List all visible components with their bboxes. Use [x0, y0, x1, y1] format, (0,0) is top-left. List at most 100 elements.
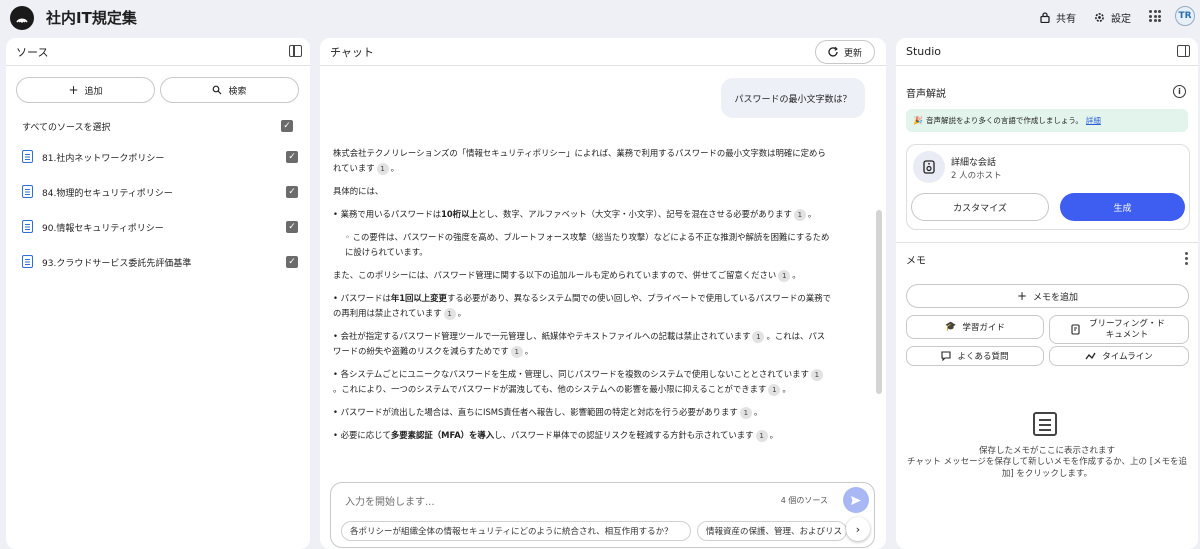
source-item[interactable]: 81.社内ネットワークポリシー ✓ [22, 147, 298, 167]
answer-bullet: • 会社が指定するパスワード管理ツールで一元管理し、紙媒体やテキストファイルへの… [333, 330, 826, 358]
answer-text: • 必要に応じて [333, 430, 391, 440]
avatar[interactable]: TR [1175, 6, 1195, 26]
generate-button[interactable]: 生成 [1060, 193, 1185, 221]
audio-overview-card: 詳細な会話 2 人のホスト カスタマイズ 生成 [906, 144, 1190, 230]
answer-text: また、このポリシーには、パスワード管理に関する以下の追加ルールも定められています… [333, 270, 777, 280]
study-guide-label: 学習ガイド [962, 323, 1005, 333]
answer-text: 。これにより、一つのシステムでパスワードが漏洩しても、他のシステムへの影響を最小… [333, 384, 767, 394]
source-checkbox[interactable]: ✓ [286, 186, 298, 198]
citation-badge[interactable]: 1 [755, 429, 768, 442]
citation-badge[interactable]: 1 [810, 368, 823, 381]
faq-button[interactable]: よくある質問 [906, 346, 1044, 366]
answer-text: • 業務で用いるパスワードは [333, 209, 442, 219]
answer-text: し、パスワード単体での認証リスクを軽減する方針も示されています [494, 430, 754, 440]
speaker-icon [913, 151, 945, 183]
source-label: 81.社内ネットワークポリシー [42, 154, 165, 164]
answer-paragraph: また、このポリシーには、パスワード管理に関する以下の追加ルールも定められています… [333, 269, 801, 282]
source-checkbox[interactable]: ✓ [286, 151, 298, 163]
share-button[interactable]: 共有 [1032, 6, 1084, 28]
citation-badge[interactable]: 1 [778, 269, 791, 282]
refresh-label: 更新 [843, 48, 862, 59]
notebook-title[interactable]: 社内IT規定集 [46, 7, 137, 28]
select-all-label: すべてのソースを選択 [22, 123, 111, 133]
answer-bold: 年1回以上変更 [390, 293, 447, 303]
citation-badge[interactable]: 1 [376, 162, 389, 175]
source-label: 93.クラウドサービス委託先評価基準 [42, 259, 192, 269]
answer-paragraph: 株式会社テクノリレーションズの「情報セキュリティポリシー」によれば、業務で利用す… [333, 148, 826, 175]
top-bar: 社内IT規定集 共有 設定 TR [0, 0, 1200, 36]
answer-bullet: • パスワードが流出した場合は、直ちにISMS責任者へ報告し、影響範囲の特定と対… [333, 406, 763, 419]
memo-title: メモ [906, 256, 926, 267]
settings-label: 設定 [1111, 13, 1131, 25]
answer-bold: 多要素認証（MFA）を導入 [390, 430, 495, 440]
app-logo-icon[interactable] [10, 6, 34, 30]
gear-icon [1095, 12, 1104, 22]
studio-panel: Studio 音声解説 i 🎉 音声解説をより多くの言語で作成しましょう。 詳細 … [896, 38, 1198, 549]
source-checkbox[interactable]: ✓ [286, 221, 298, 233]
settings-button[interactable]: 設定 [1086, 6, 1139, 28]
add-source-label: 追加 [84, 86, 103, 97]
chat-input-box[interactable]: 入力を開始します... 4 個のソース 各ポリシーが組織全体の情報セキュリティに… [330, 482, 875, 548]
audio-overview-title: 音声解説 [906, 89, 946, 100]
answer-text: • パスワードが流出した場合は、直ちにISMS責任者へ報告し、影響範囲の特定と対… [333, 407, 738, 417]
source-label: 90.情報セキュリティポリシー [42, 224, 164, 234]
citation-badge[interactable]: 1 [510, 345, 523, 358]
send-button[interactable] [843, 487, 869, 513]
citation-badge[interactable]: 1 [739, 406, 752, 419]
citation-badge[interactable]: 1 [752, 330, 765, 343]
sources-title: ソース [16, 45, 49, 59]
briefing-doc-button[interactable]: ブリーフィング・ドキュメント [1049, 315, 1189, 344]
chevron-right-icon[interactable]: › [846, 517, 870, 541]
chat-input-placeholder[interactable]: 入力を開始します... [345, 493, 435, 508]
answer-bullet: • 各システムごとにユニークなパスワードを生成・管理し、同じパスワードを複数のシ… [333, 367, 833, 397]
answer-bold: 10桁以上 [441, 209, 478, 219]
user-message-bubble: パスワードの最小文字数は？ [721, 78, 865, 118]
empty-memo-description: チャット メッセージを保存して新しいメモを作成するか、上の [メモを追加] をク… [906, 457, 1188, 479]
send-icon [851, 495, 861, 505]
apps-grid-icon[interactable] [1149, 10, 1161, 22]
customize-button[interactable]: カスタマイズ [911, 193, 1049, 221]
assistant-answer: 株式会社テクノリレーションズの「情報セキュリティポリシー」によれば、業務で利用す… [333, 146, 833, 451]
suggestion-chip[interactable]: 情報資産の保護、管理、およびリス [697, 521, 847, 541]
info-icon[interactable]: i [1173, 85, 1186, 98]
answer-text: とし、数字、アルファベット（大文字・小文字）、記号を混在させる必要があります [477, 209, 792, 219]
sources-panel: ソース + 追加 検索 すべてのソースを選択 ✓ 81.社内ネットワークポリシー… [6, 38, 310, 549]
document-icon [22, 185, 33, 198]
source-item[interactable]: 90.情報セキュリティポリシー ✓ [22, 217, 298, 237]
share-label: 共有 [1056, 13, 1076, 25]
source-item[interactable]: 84.物理的セキュリティポリシー ✓ [22, 182, 298, 202]
select-all-checkbox[interactable]: ✓ [281, 120, 293, 132]
citation-badge[interactable]: 1 [768, 383, 781, 396]
refresh-icon [828, 47, 838, 57]
answer-text: • パスワードは [333, 293, 391, 303]
source-item[interactable]: 93.クラウドサービス委託先評価基準 ✓ [22, 252, 298, 272]
more-options-icon[interactable] [1185, 252, 1188, 265]
chat-scrollbar[interactable] [876, 210, 882, 394]
search-sparkle-icon [213, 85, 222, 95]
search-source-button[interactable]: 検索 [160, 77, 299, 103]
lock-icon [1040, 11, 1050, 23]
document-icon [22, 220, 33, 233]
answer-paragraph: 具体的には、 [333, 186, 384, 196]
study-guide-button[interactable]: 🎓 学習ガイド [906, 315, 1044, 339]
sparkle-icon: 🎉 [913, 116, 923, 125]
document-edit-icon [1071, 324, 1080, 335]
notes-empty-icon [1033, 412, 1057, 436]
banner-text: 音声解説をより多くの言語で作成しましょう。 [926, 116, 1083, 125]
add-source-button[interactable]: + 追加 [16, 77, 155, 103]
chat-title: チャット [330, 45, 374, 59]
collapse-panel-icon[interactable] [1177, 45, 1190, 57]
faq-label: よくある質問 [957, 352, 1009, 362]
add-memo-button[interactable]: + メモを追加 [906, 284, 1189, 308]
empty-memo-title: 保存したメモがここに表示されます [978, 446, 1115, 456]
citation-badge[interactable]: 1 [443, 307, 456, 320]
banner-link[interactable]: 詳細 [1086, 115, 1101, 126]
citation-badge[interactable]: 1 [793, 208, 806, 221]
refresh-button[interactable]: 更新 [815, 40, 875, 64]
suggestion-chip[interactable]: 各ポリシーが組織全体の情報セキュリティにどのように統合され、相互作用するか？ [341, 521, 691, 541]
answer-text: 株式会社テクノリレーションズの「情報セキュリティポリシー」によれば、業務で利用す… [333, 148, 826, 173]
timeline-button[interactable]: タイムライン [1049, 346, 1189, 366]
briefing-doc-label: ブリーフィング・ドキュメント [1089, 318, 1165, 340]
source-checkbox[interactable]: ✓ [286, 256, 298, 268]
collapse-panel-icon[interactable] [289, 45, 302, 57]
